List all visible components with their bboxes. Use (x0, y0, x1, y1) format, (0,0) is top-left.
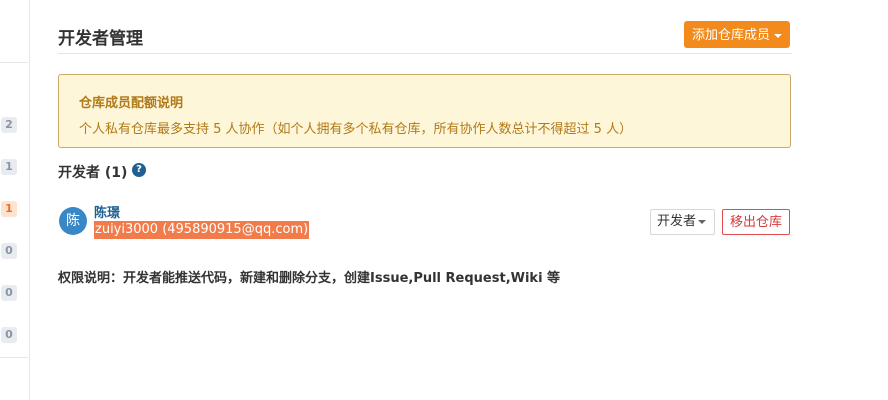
chevron-down-icon (774, 33, 782, 38)
sidebar-count-badge[interactable]: 0 (1, 243, 17, 259)
help-icon[interactable]: ? (132, 163, 146, 177)
chevron-down-icon (698, 219, 707, 224)
member-id-email: zuiyi3000 (495890915@qq.com) (94, 221, 310, 239)
permission-note: 权限说明：开发者能推送代码，新建和删除分支，创建Issue,Pull Reque… (58, 271, 561, 286)
remove-from-repo-button[interactable]: 移出仓库 (722, 209, 790, 235)
member-name-link[interactable]: 陈璟 (94, 202, 120, 221)
sidebar-count-badge[interactable]: 0 (1, 327, 17, 343)
quota-notice: 仓库成员配额说明 个人私有仓库最多支持 5 人协作（如个人拥有多个私有仓库，所有… (58, 74, 791, 148)
avatar[interactable]: 陈 (59, 207, 87, 235)
sidebar-divider (0, 357, 28, 358)
developers-heading: 开发者 (1) (58, 165, 128, 181)
sidebar-count-badge[interactable]: 1 (1, 201, 17, 217)
sidebar-count-badge[interactable]: 1 (1, 159, 17, 175)
role-dropdown-value: 开发者 (657, 214, 697, 229)
notice-title: 仓库成员配额说明 (79, 96, 184, 111)
notice-body: 个人私有仓库最多支持 5 人协作（如个人拥有多个私有仓库，所有协作人数总计不得超… (79, 122, 633, 137)
add-member-label: 添加仓库成员 (691, 27, 770, 42)
page: 2 1 1 0 0 0 开发者管理 添加仓库成员 仓库成员配额说明 个人私有仓库… (0, 0, 888, 400)
page-title: 开发者管理 (58, 29, 143, 48)
sidebar-count-badge[interactable]: 0 (1, 285, 17, 301)
header-divider (58, 53, 792, 54)
role-dropdown[interactable]: 开发者 (650, 209, 715, 235)
sidebar-divider (0, 62, 28, 63)
sidebar: 2 1 1 0 0 0 (0, 0, 30, 400)
sidebar-count-badge[interactable]: 2 (1, 117, 17, 133)
add-member-button[interactable]: 添加仓库成员 (684, 21, 790, 48)
